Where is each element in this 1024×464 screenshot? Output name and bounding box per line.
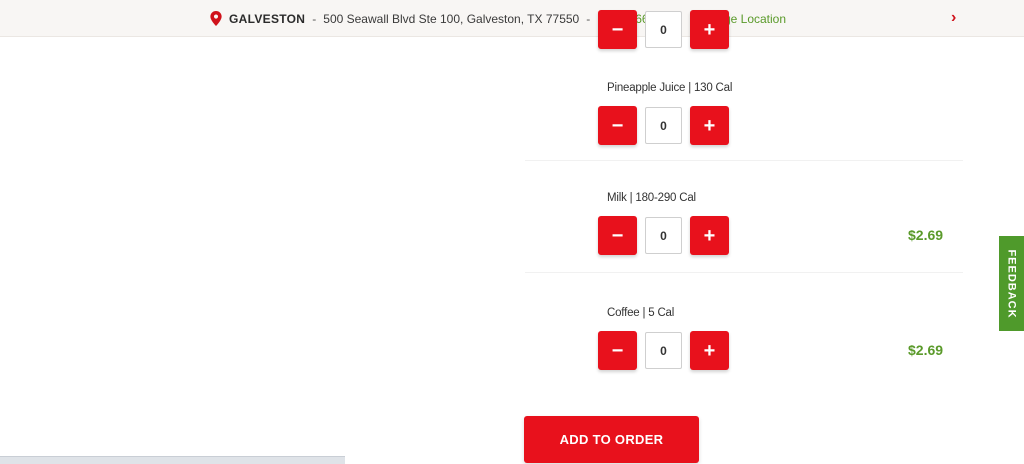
item-label: Milk | 180-290 Cal: [607, 192, 696, 204]
item-label: Pineapple Juice | 130 Cal: [607, 82, 733, 94]
increase-button[interactable]: +: [690, 331, 729, 370]
quantity-stepper: − +: [598, 106, 730, 146]
add-to-order-button[interactable]: ADD TO ORDER: [524, 416, 699, 463]
quantity-input[interactable]: [645, 332, 682, 369]
decrease-button[interactable]: −: [598, 106, 637, 145]
separator: -: [312, 11, 317, 26]
decrease-button[interactable]: −: [598, 216, 637, 255]
item-label: Coffee | 5 Cal: [607, 307, 675, 319]
item-divider: [525, 272, 963, 273]
decrease-button[interactable]: −: [598, 331, 637, 370]
item-price: $2.69: [908, 227, 944, 243]
quantity-stepper: − +: [598, 216, 730, 256]
feedback-label: FEEDBACK: [1005, 248, 1018, 319]
location-city: GALVESTON: [229, 11, 306, 26]
location-address: 500 Seawall Blvd Ste 100, Galveston, TX …: [323, 11, 580, 26]
separator: -: [586, 11, 591, 26]
quantity-input[interactable]: [645, 107, 682, 144]
browser-status-bar: [0, 456, 345, 464]
decrease-button[interactable]: −: [598, 10, 637, 49]
map-pin-icon: [210, 11, 222, 26]
quantity-stepper: − +: [598, 10, 730, 50]
feedback-tab[interactable]: FEEDBACK: [999, 236, 1024, 331]
location-bar: GALVESTON - 500 Seawall Blvd Ste 100, Ga…: [0, 0, 1024, 37]
increase-button[interactable]: +: [690, 10, 729, 49]
quantity-input[interactable]: [645, 11, 682, 48]
quantity-stepper: − +: [598, 331, 730, 371]
chevron-right-icon[interactable]: ›: [951, 9, 956, 27]
item-divider: [525, 160, 963, 161]
increase-button[interactable]: +: [690, 106, 729, 145]
quantity-input[interactable]: [645, 217, 682, 254]
item-price: $2.69: [908, 342, 944, 358]
increase-button[interactable]: +: [690, 216, 729, 255]
